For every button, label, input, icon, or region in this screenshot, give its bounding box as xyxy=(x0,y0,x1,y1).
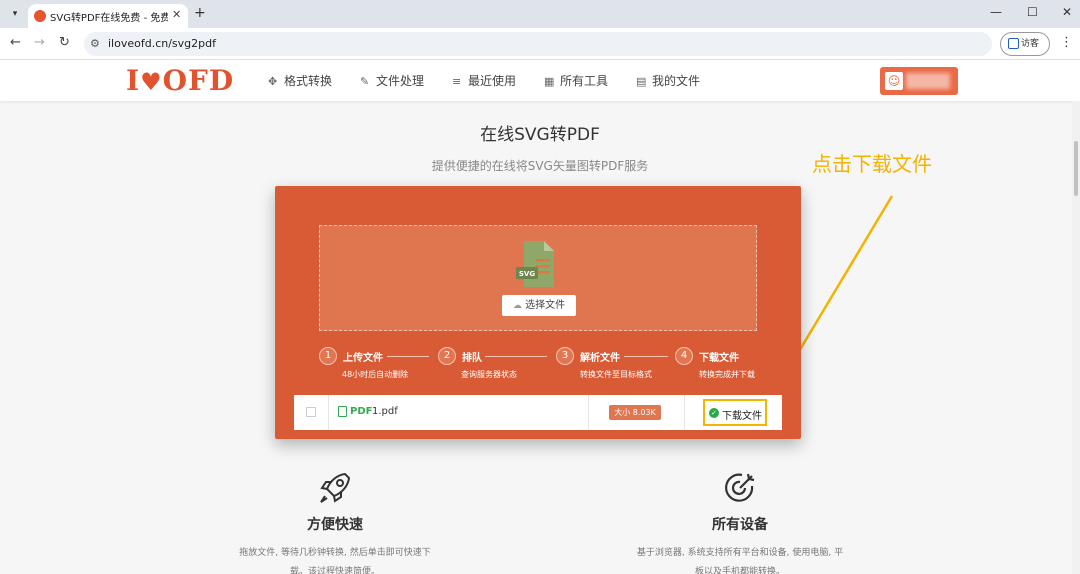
site-header: I♥OFD ✥ 格式转换 ✎ 文件处理 ≡ 最近使用 ▦ 所有工具 ▤ 我的文件 ☺ xyxy=(0,60,1080,101)
step-divider xyxy=(485,356,547,357)
file-drop-zone[interactable]: SVG ☁ 选择文件 xyxy=(319,225,757,331)
scrollbar-thumb[interactable] xyxy=(1074,141,1078,196)
more-menu-icon[interactable]: ⋮ xyxy=(1060,35,1073,50)
file-row: PDF 1.pdf 大小 8.03K ✓ 下载文件 xyxy=(294,395,782,430)
feature-fast-desc-line: 载。该过程快速简便。 xyxy=(289,567,380,574)
folder-doc-icon: ▤ xyxy=(636,75,647,88)
forward-arrow-icon[interactable]: → xyxy=(34,35,45,50)
check-circle-icon: ✓ xyxy=(709,408,719,418)
file-edit-icon: ✎ xyxy=(360,75,370,88)
profile-icon xyxy=(1008,38,1019,49)
back-arrow-icon[interactable]: ← xyxy=(10,35,21,50)
step-4-number: 4 xyxy=(675,347,693,365)
user-account-button[interactable]: ☺ xyxy=(880,67,958,95)
feature-fast-title: 方便快速 xyxy=(307,517,363,533)
step-1-desc: 48小时后自动删除 xyxy=(342,370,409,379)
step-2-title: 排队 xyxy=(462,353,482,364)
maximize-icon[interactable]: ☐ xyxy=(1027,5,1038,19)
file-name: 1.pdf xyxy=(372,406,398,417)
puzzle-icon: ✥ xyxy=(268,75,278,88)
grid-icon: ▦ xyxy=(544,75,555,88)
browser-tab[interactable]: SVG转PDF在线免费 - 免费SVG ✕ xyxy=(28,4,188,28)
step-1-number: 1 xyxy=(319,347,337,365)
file-type-tag: PDF xyxy=(350,406,373,417)
step-4-desc: 转换完成并下载 xyxy=(699,370,755,379)
reload-icon[interactable]: ↻ xyxy=(59,35,70,50)
target-icon xyxy=(725,473,755,502)
nav-recent[interactable]: ≡ 最近使用 xyxy=(452,72,516,89)
step-1-title: 上传文件 xyxy=(343,353,383,364)
step-2-desc: 查询服务器状态 xyxy=(461,370,517,379)
nav-file-process[interactable]: ✎ 文件处理 xyxy=(360,72,424,89)
site-info-icon[interactable]: ⚙ xyxy=(90,37,100,50)
guest-label: 访客 xyxy=(1021,39,1040,49)
feature-fast-desc-line: 拖放文件, 等待几秒钟转换, 然后单击即可快速下 xyxy=(239,548,431,558)
tab-search-chevron-icon[interactable]: ▾ xyxy=(6,5,24,23)
logo-letter: I xyxy=(126,64,141,97)
cloud-upload-icon: ☁ xyxy=(512,301,522,311)
url-text: iloveofd.cn/svg2pdf xyxy=(108,37,216,50)
page-scrollbar[interactable] xyxy=(1072,101,1080,574)
nav-my-files[interactable]: ▤ 我的文件 xyxy=(636,72,700,89)
annotation-text: 点击下载文件 xyxy=(812,152,932,176)
row-divider xyxy=(588,395,589,430)
nav-label: 格式转换 xyxy=(284,74,333,88)
step-3-desc: 转换文件至目标格式 xyxy=(580,370,652,379)
file-select-checkbox[interactable] xyxy=(306,407,316,417)
feature-devices-desc: 基于浏览器, 系统支持所有平台和设备, 使用电脑, 平 板以及手机都能转换。 xyxy=(610,544,870,574)
tab-title: SVG转PDF在线免费 - 免费SVG xyxy=(50,13,168,24)
row-divider xyxy=(328,395,329,430)
user-icon: ☺ xyxy=(885,72,903,90)
heart-icon: ♥ xyxy=(140,67,163,96)
rocket-icon xyxy=(320,472,351,503)
feature-devices-desc-line: 基于浏览器, 系统支持所有平台和设备, 使用电脑, 平 xyxy=(636,548,844,558)
feature-fast-desc: 拖放文件, 等待几秒钟转换, 然后单击即可快速下 载。该过程快速简便。 xyxy=(205,544,465,574)
nav-label: 最近使用 xyxy=(468,74,517,88)
nav-label: 文件处理 xyxy=(376,74,425,88)
feature-devices: 所有设备 基于浏览器, 系统支持所有平台和设备, 使用电脑, 平 板以及手机都能… xyxy=(610,470,870,574)
step-4-title: 下载文件 xyxy=(699,353,739,364)
username-blurred xyxy=(906,73,950,89)
new-tab-plus-icon[interactable]: + xyxy=(194,5,206,21)
nav-format-convert[interactable]: ✥ 格式转换 xyxy=(268,72,332,89)
feature-devices-title: 所有设备 xyxy=(712,517,768,533)
guest-profile-button[interactable]: 访客 xyxy=(1000,32,1050,56)
nav-all-tools[interactable]: ▦ 所有工具 xyxy=(544,72,608,89)
browser-address-bar: ← → ↻ ⚙ iloveofd.cn/svg2pdf 访客 ⋮ xyxy=(0,28,1080,60)
logo-word: OFD xyxy=(162,64,235,97)
download-file-button[interactable]: ✓ 下载文件 xyxy=(703,399,767,426)
step-divider xyxy=(624,356,668,357)
conversion-steps: 1 上传文件 48小时后自动删除 2 排队 查询服务器状态 3 解析文件 转换文… xyxy=(319,347,769,381)
svg-file-icon: SVG xyxy=(516,241,554,287)
step-2-number: 2 xyxy=(438,347,456,365)
feature-fast: 方便快速 拖放文件, 等待几秒钟转换, 然后单击即可快速下 载。该过程快速简便。 xyxy=(205,470,465,574)
nav-label: 所有工具 xyxy=(560,74,609,88)
window-close-icon[interactable]: ✕ xyxy=(1062,5,1072,19)
tab-close-icon[interactable]: ✕ xyxy=(172,8,181,21)
site-logo[interactable]: I♥OFD xyxy=(126,64,234,97)
file-size-badge: 大小 8.03K xyxy=(609,405,661,420)
favicon-icon xyxy=(34,10,46,22)
recent-icon: ≡ xyxy=(452,75,462,88)
converter-panel: SVG ☁ 选择文件 1 上传文件 48小时后自动删除 2 排队 查询服务器状态… xyxy=(275,186,801,439)
document-icon xyxy=(338,406,347,417)
download-label: 下载文件 xyxy=(722,411,762,422)
nav-label: 我的文件 xyxy=(652,74,701,88)
svg-text:SVG: SVG xyxy=(519,270,535,278)
choose-file-button[interactable]: ☁ 选择文件 xyxy=(502,295,576,316)
browser-tab-bar: ▾ SVG转PDF在线免费 - 免费SVG ✕ + — ☐ ✕ xyxy=(0,0,1080,28)
url-input[interactable]: ⚙ iloveofd.cn/svg2pdf xyxy=(84,32,992,56)
page-title: 在线SVG转PDF xyxy=(480,125,600,145)
step-3-title: 解析文件 xyxy=(580,353,620,364)
feature-devices-desc-line: 板以及手机都能转换。 xyxy=(694,567,785,574)
step-divider xyxy=(387,356,429,357)
choose-file-label: 选择文件 xyxy=(525,300,566,311)
step-3-number: 3 xyxy=(556,347,574,365)
row-divider xyxy=(684,395,685,430)
minimize-icon[interactable]: — xyxy=(990,5,1002,19)
